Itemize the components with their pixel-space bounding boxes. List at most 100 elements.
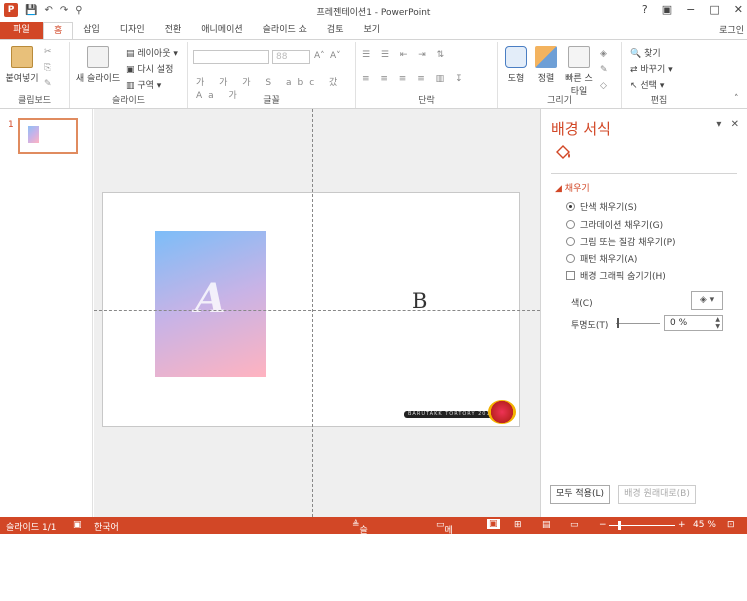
arrange-button[interactable]: 정렬	[532, 46, 560, 84]
slideshow-view-icon[interactable]: ▭	[570, 520, 579, 530]
solid-fill-radio[interactable]: 단색 채우기(S)	[566, 200, 637, 213]
quick-styles-button[interactable]: 빠른 스타일	[562, 46, 596, 97]
quick-styles-icon	[568, 46, 590, 68]
notes-button[interactable]: ≜ 슬라이드 노트	[352, 520, 368, 601]
slide-thumbnails-panel: 1	[0, 109, 93, 517]
tab-animations[interactable]: 애니메이션	[191, 22, 252, 39]
minimize-icon[interactable]: −	[686, 3, 695, 16]
editing-group: 🔍 찾기 ⇄ 바꾸기 ▾ ↖ 선택 ▾ 편집	[622, 42, 696, 108]
tab-design[interactable]: 디자인	[110, 22, 155, 39]
zoom-level[interactable]: 45 %	[693, 520, 716, 530]
hide-graphics-checkbox[interactable]: 배경 그래픽 숨기기(H)	[566, 269, 666, 282]
format-painter-icon[interactable]: ✎	[44, 79, 52, 89]
shapes-button[interactable]: 도형	[502, 46, 530, 84]
tab-slideshow[interactable]: 슬라이드 쇼	[253, 22, 317, 39]
transparency-spinner[interactable]: 0 % ▲ ▼	[664, 315, 723, 331]
tab-insert[interactable]: 삽입	[73, 22, 110, 39]
slides-group-label: 슬라이드	[111, 96, 146, 106]
shapes-icon	[505, 46, 527, 68]
pane-options-icon[interactable]: ▾	[716, 119, 721, 130]
tab-transitions[interactable]: 전환	[155, 22, 192, 39]
zoom-slider-handle[interactable]	[618, 521, 621, 530]
tab-review[interactable]: 검토	[317, 22, 354, 39]
gradient-rectangle[interactable]: A	[155, 231, 266, 377]
transparency-slider-handle[interactable]	[617, 318, 619, 328]
layout-button[interactable]: ▤ 레이아웃 ▾	[126, 46, 178, 59]
color-picker-button[interactable]: ◈ ▾	[691, 291, 723, 310]
editing-group-label: 편집	[650, 96, 668, 106]
drawing-group-label: 그리기	[547, 96, 572, 106]
horizontal-guide[interactable]	[94, 310, 540, 311]
ribbon: 붙여넣기 ✂ ⎘ ✎ 클립보드 새 슬라이드 ▤ 레이아웃 ▾ ▣ 다시 설정 …	[0, 39, 747, 109]
paste-button[interactable]: 붙여넣기	[4, 46, 40, 84]
list-buttons[interactable]: ☰ ☰ ⇤ ⇥ ⇅	[362, 50, 448, 60]
slide-thumbnail[interactable]	[18, 118, 78, 154]
zoom-out-icon[interactable]: −	[599, 520, 607, 530]
font-group-label: 글꼴	[263, 96, 280, 106]
paragraph-group-label: 단락	[418, 96, 435, 106]
picture-fill-radio[interactable]: 그림 또는 질감 채우기(P)	[566, 235, 676, 248]
window-controls: ? ▣ − □ ✕	[642, 3, 743, 16]
restore-icon[interactable]: □	[709, 3, 719, 16]
apply-all-button[interactable]: 모두 적용(L)	[550, 485, 610, 504]
section-button[interactable]: ▥ 구역 ▾	[126, 78, 161, 91]
slide-count: 슬라이드 1/1	[6, 523, 57, 533]
tab-file[interactable]: 파일	[0, 22, 43, 39]
fit-to-window-icon[interactable]: ⊡	[727, 520, 735, 530]
vertical-guide[interactable]	[312, 109, 313, 517]
font-group: 88 A˄ A˅ 가 가 가 S abc 갔 Aa 가 글꼴	[188, 42, 356, 108]
fill-section-header[interactable]: ◢ 채우기	[555, 181, 590, 194]
title-bar: P 💾 ↶ ↷ ⚲ 프레젠테이션1 - PowerPoint ? ▣ − □ ✕	[0, 0, 747, 22]
spinner-arrows-icon[interactable]: ▲ ▼	[715, 316, 720, 330]
reset-background-button[interactable]: 배경 원래대로(B)	[618, 485, 696, 504]
language[interactable]: 한국어	[94, 520, 119, 533]
radio-selected	[566, 202, 575, 211]
ribbon-display-icon[interactable]: ▣	[662, 3, 672, 16]
arrange-icon	[535, 46, 557, 68]
slides-group: 새 슬라이드 ▤ 레이아웃 ▾ ▣ 다시 설정 ▥ 구역 ▾ 슬라이드	[70, 42, 188, 108]
replace-button[interactable]: ⇄ 바꾸기 ▾	[630, 62, 673, 75]
status-bar: 슬라이드 1/1 ▣ 한국어 ≜ 슬라이드 노트 ▭ 메모 ▣ ⊞ ▤ ▭ − …	[0, 517, 747, 601]
find-button[interactable]: 🔍 찾기	[630, 46, 661, 59]
fill-bucket-icon[interactable]	[554, 144, 572, 162]
normal-view-icon[interactable]: ▣	[487, 519, 500, 529]
cut-icon[interactable]: ✂	[44, 47, 52, 57]
letter-a: A	[194, 275, 227, 322]
login-link[interactable]: 로그인	[719, 23, 744, 36]
transparency-slider[interactable]	[616, 323, 660, 324]
pane-title: 배경 서식	[551, 120, 611, 138]
paste-icon	[11, 46, 33, 68]
reset-button[interactable]: ▣ 다시 설정	[126, 62, 173, 75]
comments-button[interactable]: ▭ 메모	[436, 520, 453, 549]
color-label: 색(C)	[571, 299, 593, 309]
shrink-font-icon[interactable]: A˅	[330, 51, 341, 61]
pane-close-icon[interactable]: ✕	[731, 119, 739, 130]
collapse-ribbon-icon[interactable]: ˄	[734, 94, 739, 104]
drawing-group: 도형 정렬 빠른 스타일 ◈ ✎ ◇ 그리기	[498, 42, 622, 108]
help-icon[interactable]: ?	[642, 3, 648, 16]
font-name-combo[interactable]	[193, 50, 269, 64]
paragraph-group: ☰ ☰ ⇤ ⇥ ⇅ ≡ ≡ ≡ ≡ ▥ ↧ 단락	[356, 42, 498, 108]
reading-view-icon[interactable]: ▤	[542, 520, 551, 530]
slide-sorter-icon[interactable]: ⊞	[514, 520, 522, 530]
tab-view[interactable]: 보기	[353, 22, 390, 39]
shape-fill-icon[interactable]: ◈ ✎ ◇	[600, 46, 608, 94]
clipboard-group-label: 클립보드	[17, 96, 52, 106]
close-icon[interactable]: ✕	[734, 3, 743, 16]
spellcheck-icon[interactable]: ▣	[73, 520, 82, 530]
gradient-fill-radio[interactable]: 그라데이션 채우기(G)	[566, 218, 663, 231]
font-size-combo[interactable]: 88	[272, 50, 310, 64]
transparency-label: 투명도(T)	[571, 321, 609, 331]
stamp-bar: BARUTAKK TORTORY 2018	[404, 411, 496, 418]
pane-controls: ▾ ✕	[716, 119, 739, 130]
copy-icon[interactable]: ⎘	[44, 63, 51, 73]
thumbnail-gradient-rect	[28, 126, 39, 143]
tab-home[interactable]: 홈	[43, 22, 74, 39]
pattern-fill-radio[interactable]: 패턴 채우기(A)	[566, 252, 637, 265]
grow-font-icon[interactable]: A˄	[314, 51, 325, 61]
select-button[interactable]: ↖ 선택 ▾	[630, 78, 664, 91]
zoom-in-icon[interactable]: +	[678, 520, 686, 530]
new-slide-button[interactable]: 새 슬라이드	[74, 46, 122, 84]
pane-separator	[551, 173, 737, 174]
align-buttons[interactable]: ≡ ≡ ≡ ≡ ▥ ↧	[362, 74, 467, 84]
